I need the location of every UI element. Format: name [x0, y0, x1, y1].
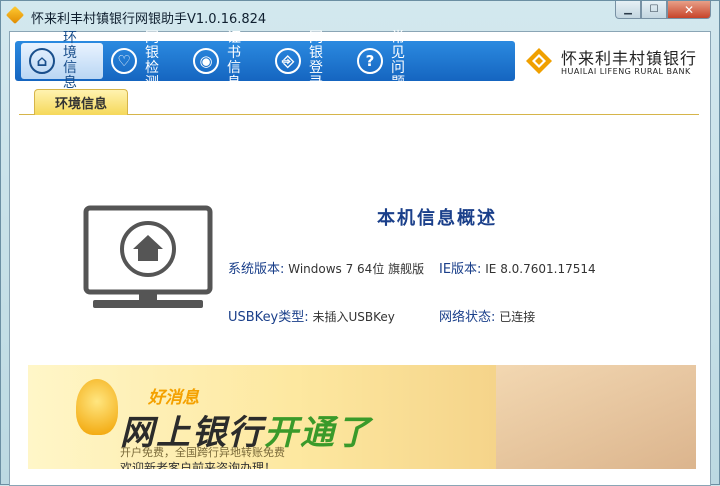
minimize-button[interactable]: ▁	[615, 1, 641, 19]
app-logo-icon	[5, 5, 25, 25]
bank-logo: 怀来利丰村镇银行 HUAILAI LIFENG RURAL BANK	[523, 43, 713, 81]
nav-label: 证书信息	[227, 30, 244, 91]
ie-version-label: IE版本:	[439, 262, 482, 277]
promo-banner[interactable]: 好消息 网上银行开通了 开户免费，全国跨行异地转账免费 欢迎新老客户前来咨询办理…	[28, 365, 696, 469]
banner-welcome: 欢迎新老客户前来咨询办理！	[120, 461, 277, 469]
nav-item-environment[interactable]: ⌂ 环境信息	[21, 31, 103, 91]
banner-subtext: 开户免费，全国跨行异地转账免费	[120, 446, 285, 459]
nav-item-login[interactable]: ⎆ 网银登录	[267, 31, 349, 91]
main-nav: ⌂ 环境信息 ♡ 网银检测 ◉ 证书信息 ⎆ 网银登录 ? 常见问题	[15, 31, 515, 91]
nav-item-certificate[interactable]: ◉ 证书信息	[185, 31, 267, 91]
os-version-row: 系统版本: Windows 7 64位 旗舰版	[228, 258, 424, 277]
network-value: 已连接	[499, 310, 536, 324]
overview-title: 本机信息概述	[377, 208, 497, 229]
ie-version-value: IE 8.0.7601.17514	[485, 262, 596, 276]
nav-label: 常见问题	[391, 30, 408, 91]
lightbulb-icon	[76, 379, 118, 435]
maximize-button[interactable]: ☐	[641, 1, 667, 19]
window-title: 怀来利丰村镇银行网银助手V1.0.16.824	[31, 12, 267, 27]
bank-name-en: HUAILAI LIFENG RURAL BANK	[561, 67, 691, 76]
stethoscope-icon: ♡	[111, 48, 137, 74]
nav-item-bank-check[interactable]: ♡ 网银检测	[103, 31, 185, 91]
login-icon: ⎆	[275, 48, 301, 74]
question-icon: ?	[357, 48, 383, 74]
nav-label: 网银检测	[145, 30, 162, 91]
home-icon: ⌂	[29, 48, 55, 74]
usbkey-value: 未插入USBKey	[312, 310, 395, 324]
certificate-icon: ◉	[193, 48, 219, 74]
close-button[interactable]: ✕	[667, 1, 711, 19]
nav-item-faq[interactable]: ? 常见问题	[349, 31, 431, 91]
nav-label: 环境信息	[63, 30, 80, 91]
usbkey-label: USBKey类型:	[228, 310, 309, 325]
ie-version-row: IE版本: IE 8.0.7601.17514	[439, 258, 596, 277]
app-window: 怀来利丰村镇银行网银助手V1.0.16.824 ▁ ☐ ✕ ⌂ 环境信息 ♡ 网…	[0, 0, 720, 486]
usbkey-row: USBKey类型: 未插入USBKey	[228, 306, 395, 325]
bank-emblem-icon	[526, 48, 552, 74]
keyboard-hand-image	[496, 365, 696, 469]
monitor-home-icon	[83, 205, 213, 308]
bank-name: 怀来利丰村镇银行	[561, 49, 698, 68]
nav-label: 网银登录	[309, 30, 326, 91]
title-bar[interactable]: 怀来利丰村镇银行网银助手V1.0.16.824 ▁ ☐ ✕	[1, 1, 719, 31]
tab-environment[interactable]: 环境信息	[34, 89, 128, 115]
window-controls: ▁ ☐ ✕	[615, 1, 711, 19]
network-row: 网络状态: 已连接	[439, 306, 535, 325]
os-version-label: 系统版本:	[228, 262, 285, 277]
os-version-value: Windows 7 64位 旗舰版	[288, 262, 425, 276]
network-label: 网络状态:	[439, 310, 496, 325]
